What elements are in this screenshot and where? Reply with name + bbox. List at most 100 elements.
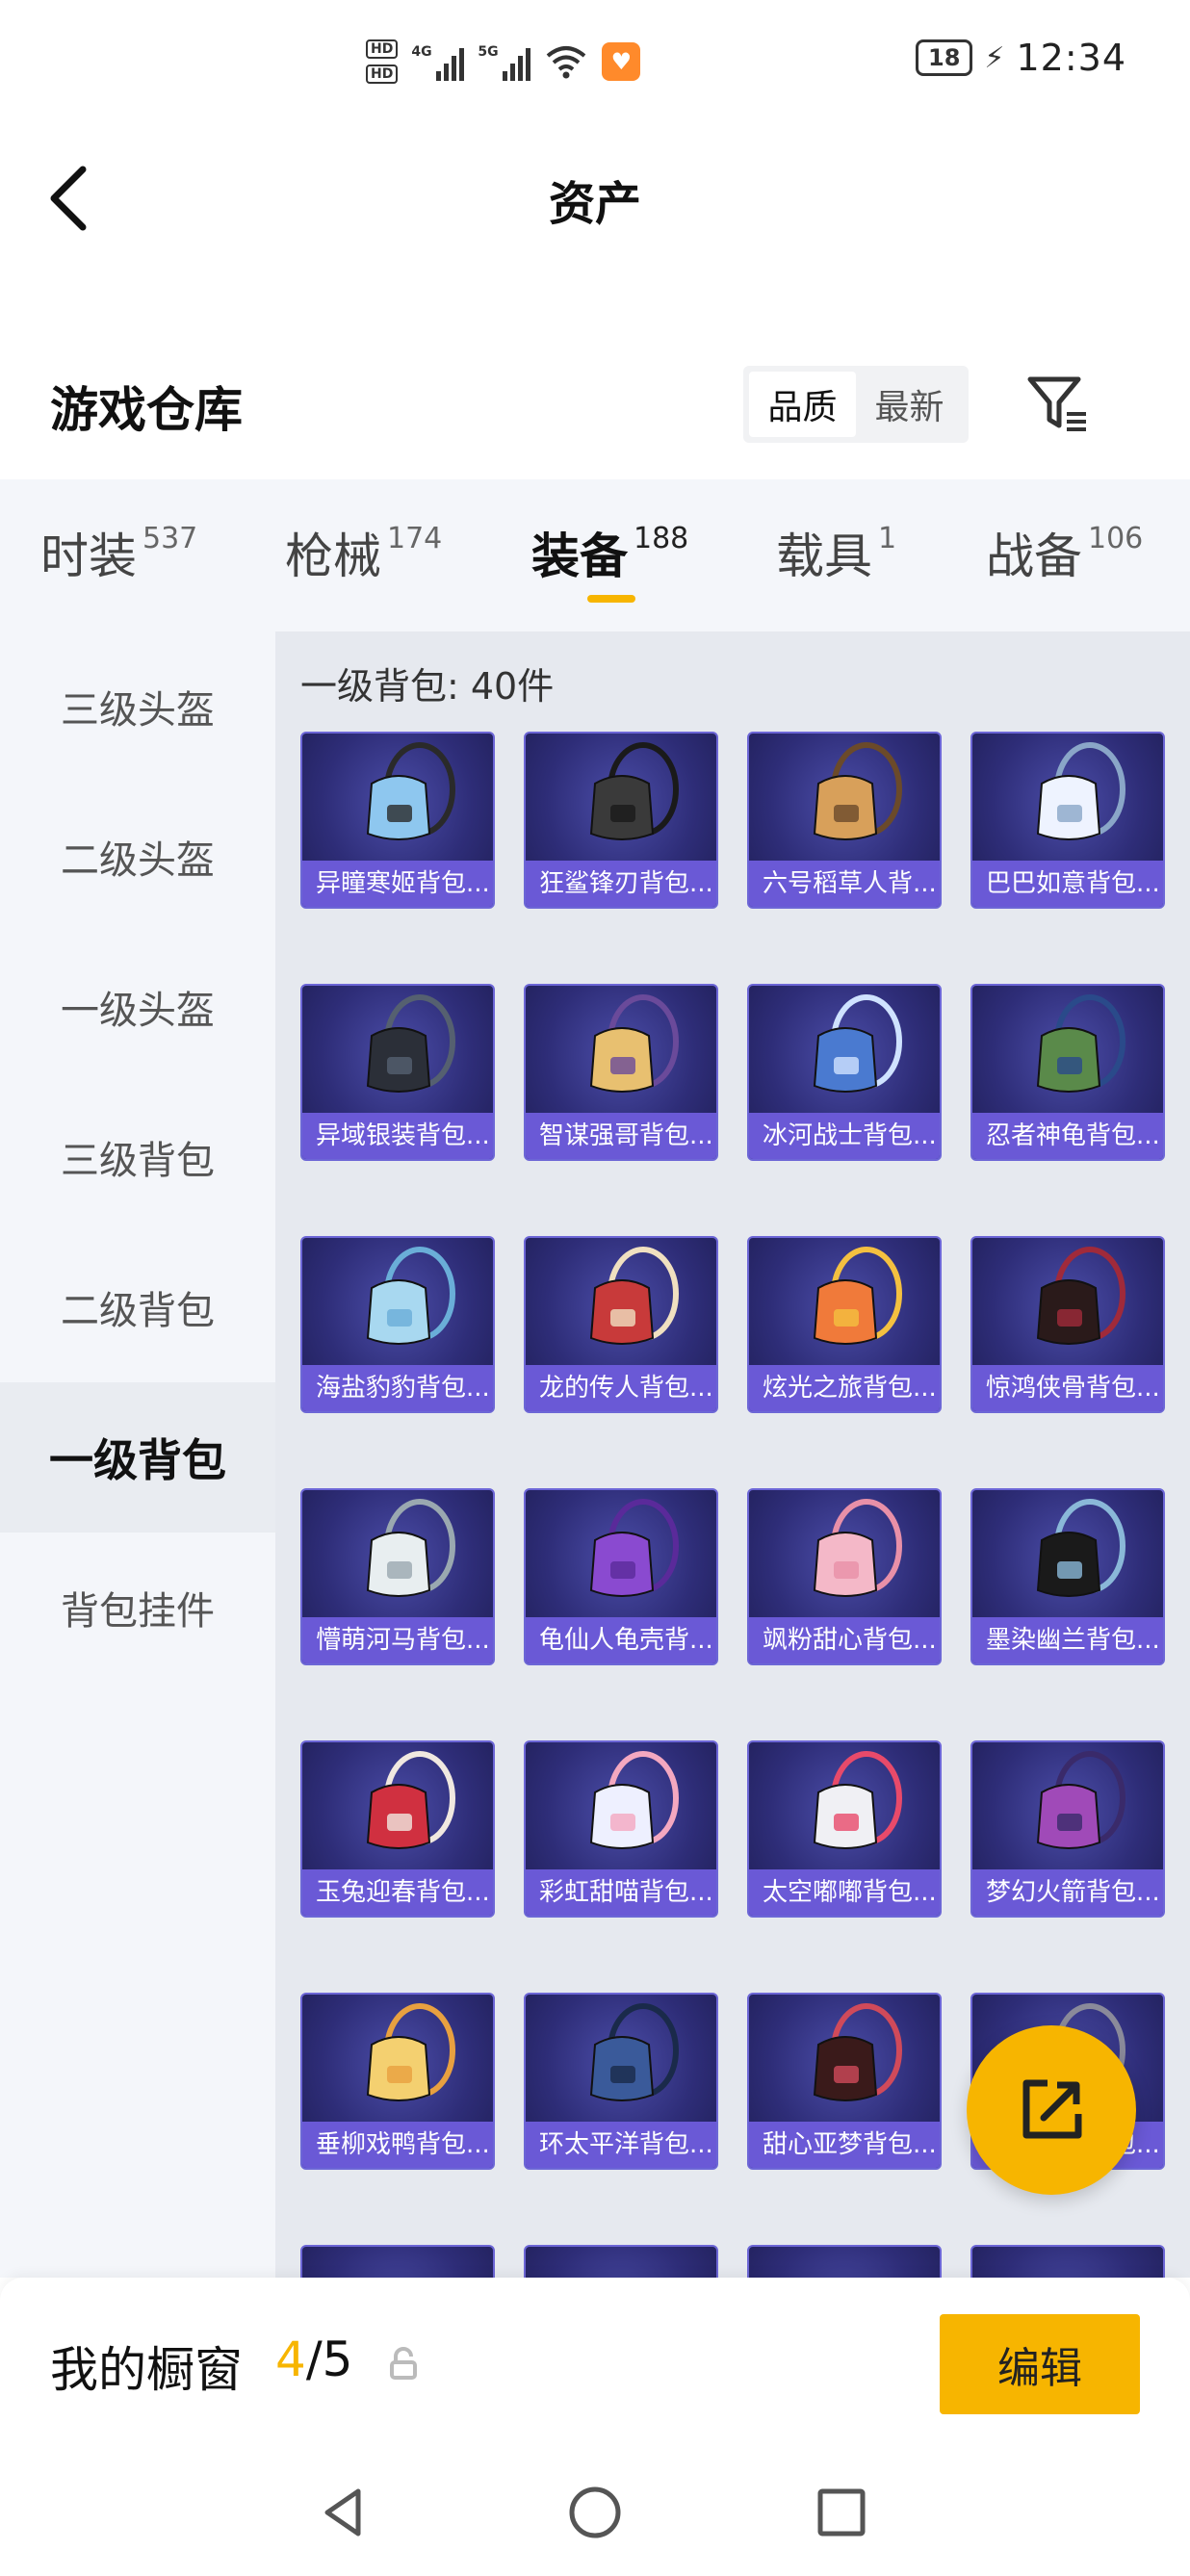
tab-vehicles[interactable]: 载具 1 [776, 518, 896, 587]
category-tabs: 时装 537 枪械 174 装备 188 载具 1 战备 106 [0, 479, 1190, 631]
item-card[interactable] [524, 2245, 718, 2278]
item-card[interactable]: 甜心亚梦背包... [747, 1993, 942, 2170]
triangle-back-icon[interactable] [316, 2484, 374, 2541]
item-name: 环太平洋背包... [526, 2122, 716, 2168]
item-card[interactable]: 龟仙人龟壳背... [524, 1488, 718, 1665]
item-name: 智谋强哥背包... [526, 1113, 716, 1159]
sort-latest-button[interactable]: 最新 [856, 372, 963, 437]
item-card[interactable] [970, 2245, 1165, 2278]
backpack-icon [589, 2003, 679, 2101]
backpack-icon [1036, 742, 1125, 840]
backpack-icon [813, 742, 902, 840]
item-card[interactable]: 狂鲨锋刃背包... [524, 732, 718, 909]
item-card[interactable]: 玉兔迎春背包... [300, 1740, 495, 1918]
circle-home-icon[interactable] [566, 2484, 624, 2541]
hd-badge-1: HD [366, 39, 399, 59]
section-title: 一级背包: 40件 [300, 665, 555, 708]
item-card[interactable]: 惊鸿侠骨背包... [970, 1236, 1165, 1413]
backpack-icon [813, 994, 902, 1093]
item-card[interactable]: 巴巴如意背包... [970, 732, 1165, 909]
item-card[interactable]: 懵萌河马背包... [300, 1488, 495, 1665]
item-card[interactable]: 垂柳戏鸭背包... [300, 1993, 495, 2170]
item-name: 懵萌河马背包... [302, 1617, 493, 1663]
active-tab-indicator [587, 595, 635, 603]
item-card[interactable]: 六号稻草人背... [747, 732, 942, 909]
filter-button[interactable] [1024, 370, 1092, 437]
backpack-icon [366, 1751, 455, 1849]
tab-equipment[interactable]: 装备 188 [531, 518, 688, 587]
item-card[interactable]: 异域银装背包... [300, 984, 495, 1161]
item-card[interactable]: 彩虹甜喵背包... [524, 1740, 718, 1918]
item-card[interactable] [300, 2245, 495, 2278]
item-card[interactable]: 冰河战士背包... [747, 984, 942, 1161]
system-nav-bar [0, 2451, 1190, 2576]
backpack-icon [1036, 1499, 1125, 1597]
page-title: 资产 [548, 177, 641, 231]
share-button[interactable] [967, 2025, 1136, 2195]
edit-button[interactable]: 编辑 [940, 2314, 1140, 2414]
item-name: 甜心亚梦背包... [749, 2122, 940, 2168]
item-card[interactable]: 忍者神龟背包... [970, 984, 1165, 1161]
showcase-label: 我的橱窗 [50, 2342, 243, 2398]
signal-5g-icon: 5G [478, 42, 531, 81]
side-item-backpack-2[interactable]: 二级背包 [0, 1232, 275, 1382]
side-item-helmet-1[interactable]: 一级头盔 [0, 932, 275, 1082]
hd-badge-2: HD [366, 64, 399, 84]
item-name: 墨染幽兰背包... [972, 1617, 1163, 1663]
backpack-icon [813, 2003, 902, 2101]
item-name: 海盐豹豹背包... [302, 1365, 493, 1411]
clock: 12:34 [1016, 37, 1126, 79]
showcase-count: 4/5 [275, 2331, 353, 2387]
status-icons: HD HD 4G 5G ♥ [366, 33, 641, 90]
notification-heart-icon: ♥ [602, 42, 641, 81]
showcase-bar: 我的橱窗 4/5 编辑 [0, 2278, 1190, 2451]
wifi-icon [544, 42, 588, 81]
item-card[interactable]: 海盐豹豹背包... [300, 1236, 495, 1413]
backpack-icon [1036, 1751, 1125, 1849]
side-item-backpack-1[interactable]: 一级背包 [0, 1382, 275, 1533]
backpack-icon [366, 742, 455, 840]
warehouse-title: 游戏仓库 [50, 382, 243, 438]
item-name: 冰河战士背包... [749, 1113, 940, 1159]
item-name: 六号稻草人背... [749, 861, 940, 907]
tab-fashion[interactable]: 时装 537 [40, 518, 197, 587]
item-card[interactable]: 炫光之旅背包... [747, 1236, 942, 1413]
item-card[interactable]: 太空嘟嘟背包... [747, 1740, 942, 1918]
sort-toggle: 品质 最新 [743, 366, 969, 443]
item-card[interactable] [747, 2245, 942, 2278]
square-recent-icon[interactable] [813, 2484, 870, 2541]
backpack-icon [589, 994, 679, 1093]
item-card[interactable]: 异瞳寒姬背包... [300, 732, 495, 909]
backpack-icon [589, 1247, 679, 1345]
side-item-backpack-3[interactable]: 三级背包 [0, 1082, 275, 1232]
side-item-helmet-2[interactable]: 二级头盔 [0, 782, 275, 932]
backpack-icon [813, 1751, 902, 1849]
item-name: 异域银装背包... [302, 1113, 493, 1159]
item-card[interactable]: 墨染幽兰背包... [970, 1488, 1165, 1665]
item-name: 炫光之旅背包... [749, 1365, 940, 1411]
item-name: 彩虹甜喵背包... [526, 1869, 716, 1916]
backpack-icon [366, 1499, 455, 1597]
sort-quality-button[interactable]: 品质 [749, 372, 856, 437]
backpack-icon [589, 1499, 679, 1597]
lock-icon [390, 2347, 417, 2380]
tab-gear[interactable]: 战备 106 [986, 518, 1143, 587]
backpack-icon [813, 1499, 902, 1597]
item-name: 龙的传人背包... [526, 1365, 716, 1411]
tab-weapons[interactable]: 枪械 174 [285, 518, 442, 587]
side-item-backpack-charm[interactable]: 背包挂件 [0, 1533, 275, 1683]
side-item-helmet-3[interactable]: 三级头盔 [0, 631, 275, 782]
item-name: 玉兔迎春背包... [302, 1869, 493, 1916]
backpack-icon [366, 1247, 455, 1345]
item-name: 惊鸿侠骨背包... [972, 1365, 1163, 1411]
item-name: 梦幻火箭背包... [972, 1869, 1163, 1916]
share-icon [1022, 2079, 1082, 2139]
item-card[interactable]: 飒粉甜心背包... [747, 1488, 942, 1665]
item-name: 太空嘟嘟背包... [749, 1869, 940, 1916]
backpack-icon [589, 1751, 679, 1849]
item-card[interactable]: 龙的传人背包... [524, 1236, 718, 1413]
item-card[interactable]: 梦幻火箭背包... [970, 1740, 1165, 1918]
item-name: 垂柳戏鸭背包... [302, 2122, 493, 2168]
item-card[interactable]: 环太平洋背包... [524, 1993, 718, 2170]
item-card[interactable]: 智谋强哥背包... [524, 984, 718, 1161]
